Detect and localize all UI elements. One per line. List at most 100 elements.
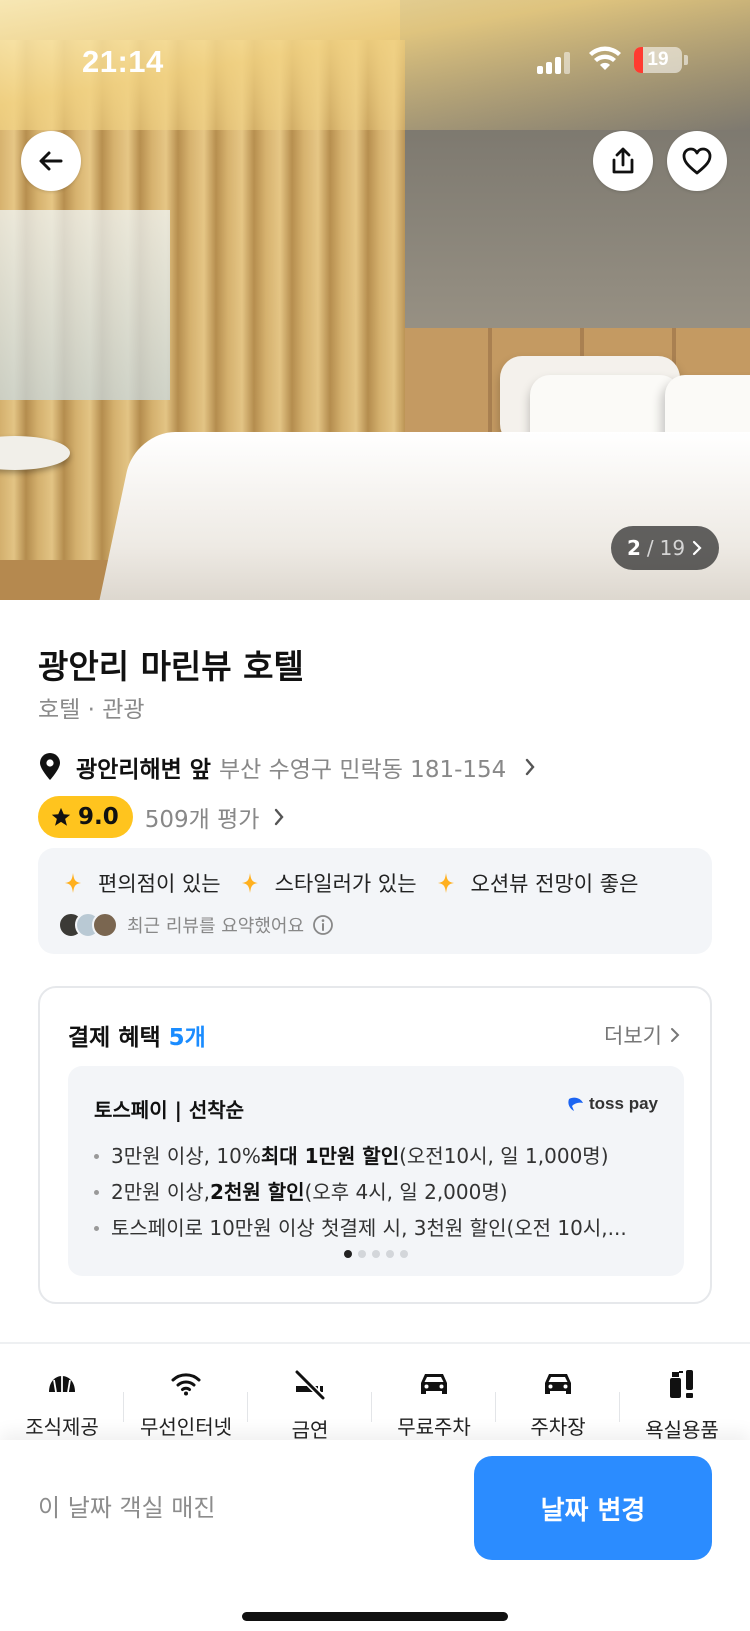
carousel-dot[interactable] (400, 1250, 408, 1258)
photo-separator: / (646, 536, 654, 560)
toss-logo-icon (568, 1097, 584, 1111)
toss-pay-logo-text: toss pay (589, 1094, 658, 1113)
amenities-row[interactable]: 조식제공 무선인터넷 금연 무료주차 주차장 욕실용품 (0, 1344, 750, 1440)
benefit-text: (오후 4시, 일 2,000명) (304, 1180, 508, 1204)
chevron-right-icon (692, 540, 702, 556)
rating-row[interactable]: 9.0 509개 평가 (38, 796, 285, 838)
share-button[interactable] (593, 131, 653, 191)
review-tag-label: 편의점이 있는 (98, 872, 221, 896)
address-text: 부산 수영구 민락동 181-154 (218, 757, 507, 783)
carousel-dot[interactable] (372, 1250, 380, 1258)
chevron-right-icon (526, 758, 535, 776)
battery-cap (684, 55, 688, 65)
battery-icon: 19 (634, 47, 682, 73)
review-tags: 편의점이 있는 스타일러가 있는 오션뷰 전망이 좋은 (64, 868, 658, 898)
sparkle-icon (437, 873, 454, 893)
carousel-dot[interactable] (358, 1250, 366, 1258)
car-icon (545, 1373, 571, 1394)
review-tag-label: 오션뷰 전망이 좋은 (470, 872, 639, 896)
cellular-signal-icon (537, 52, 573, 74)
toiletries-icon (670, 1370, 693, 1398)
arrow-left-icon (39, 151, 63, 171)
review-summary[interactable]: 편의점이 있는 스타일러가 있는 오션뷰 전망이 좋은 최근 리뷰를 요약했어요 (38, 848, 712, 954)
star-icon (51, 807, 71, 826)
chevron-right-icon (671, 1028, 680, 1042)
share-icon (612, 147, 634, 174)
location-pin-icon (40, 753, 60, 780)
benefit-item: 토스페이로 10만원 이상 첫결제 시, 3천원 할인(오전 10시,... (94, 1210, 627, 1246)
sold-out-message: 이 날짜 객실 매진 (38, 1494, 216, 1522)
review-tag: 스타일러가 있는 (241, 868, 417, 898)
change-date-button[interactable]: 날짜 변경 (474, 1456, 712, 1560)
rating-score: 9.0 (78, 804, 119, 830)
amenity-item: 무선인터넷 (124, 1344, 248, 1440)
amenity-item: 무료주차 (372, 1344, 496, 1440)
amenity-label: 조식제공 (25, 1415, 99, 1439)
info-icon[interactable] (312, 914, 334, 936)
benefit-item: 3만원 이상, 10% 최대 1만원 할인 (오전10시, 일 1,000명) (94, 1138, 627, 1174)
benefit-card-title: 토스페이 | 선착순 (94, 1098, 245, 1122)
reviewer-avatars (58, 912, 118, 938)
status-bar: 21:14 19 (0, 40, 750, 84)
amenity-label: 주차장 (530, 1415, 586, 1439)
toss-pay-logo: toss pay (567, 1094, 658, 1114)
review-count: 509개 평가 (144, 807, 260, 833)
benefit-text: 3만원 이상, 10% (111, 1144, 261, 1168)
amenity-item: 금연 (248, 1344, 372, 1440)
benefits-title-text: 결제 혜택 (68, 1025, 161, 1051)
heart-icon (682, 147, 712, 175)
benefits-count: 5개 (168, 1025, 206, 1051)
review-tag-label: 스타일러가 있는 (274, 872, 417, 896)
photo-window (0, 210, 170, 400)
amenity-label: 무료주차 (397, 1415, 471, 1439)
review-summary-note: 최근 리뷰를 요약했어요 (127, 916, 305, 937)
wifi-icon (171, 1372, 201, 1395)
photo-total: 19 (659, 536, 686, 560)
benefits-title: 결제 혜택 5개 (68, 1018, 206, 1052)
amenity-label: 금연 (291, 1418, 329, 1440)
review-tag: 편의점이 있는 (64, 868, 221, 898)
sparkle-icon (241, 873, 258, 893)
sparkle-icon (65, 873, 81, 893)
carousel-dot[interactable] (386, 1250, 394, 1258)
photo-current: 2 (626, 536, 641, 560)
avatar (92, 912, 118, 938)
benefit-highlight: 최대 1만원 할인 (260, 1144, 400, 1168)
benefit-text: 2만원 이상, (111, 1180, 211, 1204)
review-tag: 오션뷰 전망이 좋은 (437, 868, 639, 898)
benefits-more-label: 더보기 (604, 1024, 662, 1048)
address-row[interactable]: 광안리해변 앞 부산 수영구 민락동 181-154 (38, 750, 536, 784)
amenity-item: 조식제공 (0, 1344, 124, 1440)
carousel-dot[interactable] (344, 1250, 352, 1258)
benefit-text: (오전10시, 일 1,000명) (399, 1144, 609, 1168)
benefit-list: 3만원 이상, 10% 최대 1만원 할인 (오전10시, 일 1,000명) 2… (94, 1138, 627, 1246)
benefit-card[interactable]: 토스페이 | 선착순 toss pay 3만원 이상, 10% 최대 1만원 할… (68, 1066, 684, 1276)
hotel-name: 광안리 마린뷰 호텔 (38, 647, 304, 686)
wifi-status-icon (589, 46, 621, 70)
status-time: 21:14 (82, 44, 164, 79)
benefit-text: 토스페이로 10만원 이상 첫결제 시, 3천원 할인(오전 10시,... (111, 1216, 627, 1240)
amenity-item: 욕실용품 (620, 1344, 744, 1440)
benefit-highlight: 2천원 할인 (210, 1180, 305, 1204)
back-button[interactable] (21, 131, 81, 191)
chevron-right-icon (275, 808, 285, 826)
rating-badge: 9.0 (38, 796, 133, 838)
bottom-action-bar: 이 날짜 객실 매진 날짜 변경 (0, 1440, 750, 1631)
car-icon (421, 1373, 447, 1394)
carousel-pagination (68, 1250, 684, 1258)
payment-benefits: 결제 혜택 5개 더보기 토스페이 | 선착순 toss pay 3만원 이상, … (38, 986, 712, 1304)
amenity-label: 무선인터넷 (140, 1415, 232, 1439)
home-indicator[interactable] (242, 1612, 508, 1621)
photo-counter[interactable]: 2 / 19 (611, 526, 719, 570)
amenity-item: 주차장 (496, 1344, 620, 1440)
no-smoking-icon (294, 1369, 326, 1400)
breakfast-icon (49, 1375, 75, 1392)
review-summary-footer: 최근 리뷰를 요약했어요 (58, 912, 334, 938)
hotel-photo[interactable] (0, 0, 750, 600)
favorite-button[interactable] (667, 131, 727, 191)
address-landmark: 광안리해변 앞 (76, 757, 211, 783)
hotel-category: 호텔 · 관광 (38, 697, 145, 723)
battery-percent: 19 (647, 49, 669, 70)
amenity-label: 욕실용품 (645, 1418, 719, 1440)
benefits-more-link[interactable]: 더보기 (604, 1020, 680, 1050)
